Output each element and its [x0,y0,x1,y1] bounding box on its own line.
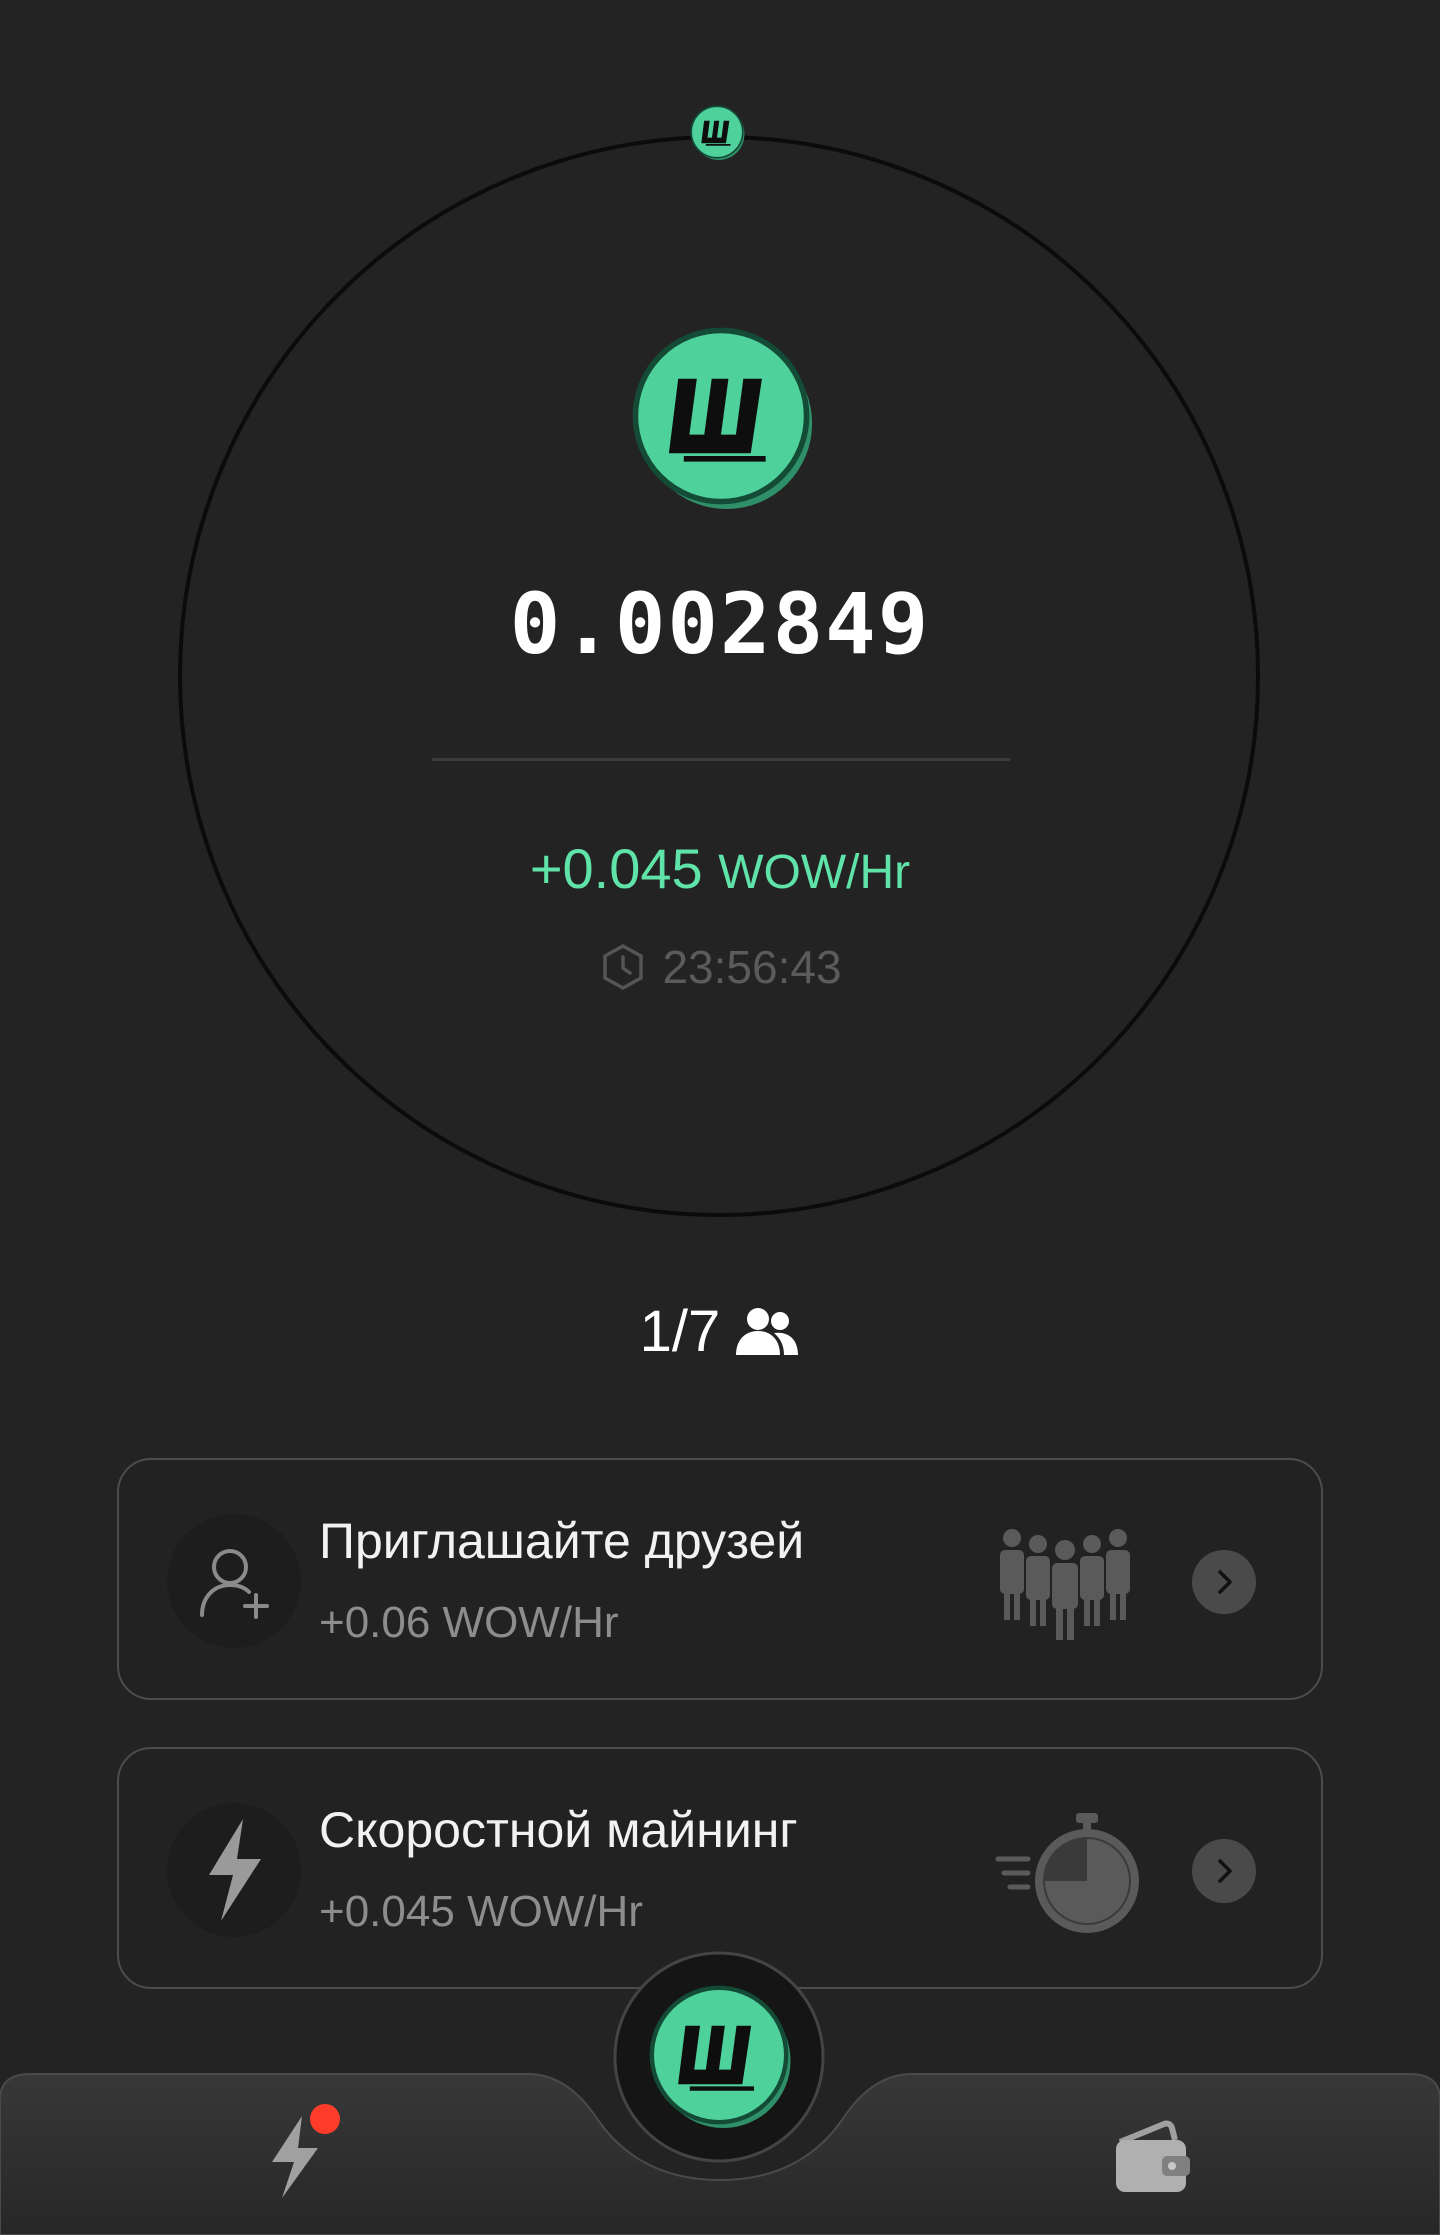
friends-counter: 1/7 [0,1298,1440,1365]
balance-value: 0.002849 [509,575,931,673]
divider [432,758,1010,761]
lightning-icon [209,1819,261,1921]
stopwatch-icon [995,1813,1139,1933]
wow-coin-icon[interactable] [628,323,814,509]
timer-value: 23:56:43 [662,941,842,993]
invite-icon-wrap [167,1514,301,1648]
card-title: Приглашайте друзей [319,1513,805,1569]
card-subtitle: +0.045 WOW/Hr [319,1887,643,1936]
invite-friends-card[interactable]: Приглашайте друзей +0.06 WOW/Hr [117,1458,1323,1700]
team-icon [1000,1529,1130,1640]
mining-rate: +0.045 WOW/Hr [0,836,1440,901]
center-mine-button[interactable] [612,1950,826,2164]
mining-timer: 23:56:43 [0,940,1440,994]
card-title: Скоростной майнинг [319,1802,798,1858]
mining-rate-value: +0.045 [529,837,703,900]
ring-progress-coin-icon [689,104,745,160]
speed-icon-wrap [167,1803,301,1937]
people-icon [736,1307,799,1355]
friends-count-value: 1/7 [639,1299,721,1364]
card-subtitle: +0.06 WOW/Hr [319,1598,619,1647]
mining-rate-unit: WOW/Hr [718,846,911,899]
wallet-icon[interactable] [1112,2118,1192,2196]
add-user-icon [200,1549,269,1619]
clock-icon [603,943,644,991]
chevron-right-icon[interactable] [1192,1839,1256,1903]
mining-ring [178,135,1260,1217]
chevron-right-icon[interactable] [1192,1550,1256,1614]
notification-dot [310,2104,340,2134]
